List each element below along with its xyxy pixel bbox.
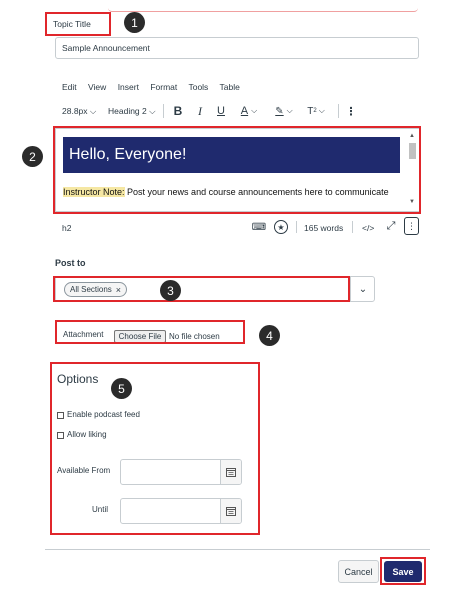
- menu-edit[interactable]: Edit: [62, 82, 77, 92]
- font-size-select[interactable]: 28.8px ⌵: [62, 106, 96, 117]
- save-button[interactable]: Save: [384, 561, 422, 582]
- chevron-down-icon[interactable]: ⌄: [354, 281, 372, 297]
- until-input[interactable]: [120, 498, 242, 524]
- keyboard-shortcut-icon[interactable]: ⌨: [252, 220, 266, 234]
- heading-banner: Hello, Everyone!: [63, 137, 400, 173]
- annotation-badge-5: 5: [111, 378, 132, 399]
- instructor-note-paragraph: Instructor Note: Post your news and cour…: [63, 187, 389, 197]
- choose-file-button[interactable]: Choose File: [114, 330, 166, 343]
- toolbar-divider: [163, 104, 164, 118]
- menu-view[interactable]: View: [88, 82, 106, 92]
- section-chip[interactable]: All Sections ×: [64, 282, 128, 297]
- chevron-down-icon: ⌵: [89, 106, 97, 116]
- podcast-label: Enable podcast feed: [67, 410, 140, 419]
- podcast-checkbox[interactable]: [57, 412, 64, 419]
- editor-status-tag: h2: [62, 223, 72, 233]
- heading-select[interactable]: Heading 2 ⌵: [108, 106, 156, 117]
- editor-content-area[interactable]: Hello, Everyone! Instructor Note: Post y…: [55, 128, 420, 212]
- top-edge-decoration: [108, 8, 418, 12]
- calendar-icon[interactable]: [220, 499, 241, 523]
- annotation-badge-4: 4: [259, 325, 280, 346]
- topic-title-input[interactable]: Sample Announcement: [55, 37, 419, 59]
- topic-title-label: Topic Title: [53, 19, 91, 29]
- menu-format[interactable]: Format: [150, 82, 177, 92]
- bold-icon[interactable]: B: [171, 103, 185, 119]
- annotation-badge-3: 3: [160, 280, 181, 301]
- editor-scrollbar[interactable]: ▲ ▼: [408, 133, 417, 207]
- superscript-icon[interactable]: T 2 ⌵: [303, 103, 329, 119]
- post-to-select[interactable]: All Sections × ⌄: [55, 276, 375, 302]
- editor-heading-text: Hello, Everyone!: [69, 146, 187, 163]
- liking-label: Allow liking: [67, 430, 107, 439]
- word-count: 165 words: [304, 223, 344, 233]
- post-to-label: Post to: [55, 258, 86, 268]
- resize-handle-icon[interactable]: ⋮: [404, 217, 419, 235]
- chevron-down-icon: ⌵: [149, 106, 156, 116]
- highlight-color-icon[interactable]: ✎ ⌵: [270, 103, 298, 119]
- menu-table[interactable]: Table: [220, 82, 240, 92]
- fullscreen-icon[interactable]: ⤢: [384, 219, 398, 233]
- select-divider: [350, 277, 351, 301]
- close-icon[interactable]: ×: [116, 285, 121, 295]
- topic-title-value: Sample Announcement: [62, 43, 150, 53]
- annotation-badge-2: 2: [22, 146, 43, 167]
- section-chip-label: All Sections: [70, 285, 112, 294]
- attachment-status: No file chosen: [169, 332, 220, 341]
- available-from-label: Available From: [57, 466, 111, 475]
- status-divider: [296, 221, 297, 233]
- scroll-up-icon[interactable]: ▲: [409, 133, 415, 139]
- until-label: Until: [92, 505, 109, 514]
- instructor-note-label: Instructor Note:: [63, 187, 125, 197]
- scroll-down-icon[interactable]: ▼: [409, 199, 415, 205]
- scroll-thumb[interactable]: [409, 143, 416, 159]
- attachment-label: Attachment: [63, 330, 104, 339]
- menu-insert[interactable]: Insert: [118, 82, 139, 92]
- toolbar-divider: [338, 104, 339, 118]
- available-from-input[interactable]: [120, 459, 242, 485]
- annotation-badge-1: 1: [124, 12, 145, 33]
- cancel-button[interactable]: Cancel: [338, 560, 379, 583]
- status-divider: [352, 221, 353, 233]
- accessibility-icon[interactable]: ★: [274, 220, 288, 234]
- instructor-note-text: Post your news and course announcements …: [124, 187, 389, 197]
- underline-icon[interactable]: U: [214, 103, 228, 119]
- editor-menubar: Edit View Insert Format Tools Table: [62, 82, 249, 92]
- menu-tools[interactable]: Tools: [188, 82, 208, 92]
- more-vertical-icon[interactable]: ⋮: [345, 103, 357, 119]
- footer-divider: [45, 549, 430, 550]
- italic-icon[interactable]: I: [193, 103, 207, 119]
- calendar-icon[interactable]: [220, 460, 241, 484]
- html-editor-toggle[interactable]: </>: [362, 223, 374, 233]
- text-color-icon[interactable]: A ⌵: [236, 103, 262, 119]
- liking-checkbox[interactable]: [57, 432, 64, 439]
- options-title: Options: [57, 372, 99, 386]
